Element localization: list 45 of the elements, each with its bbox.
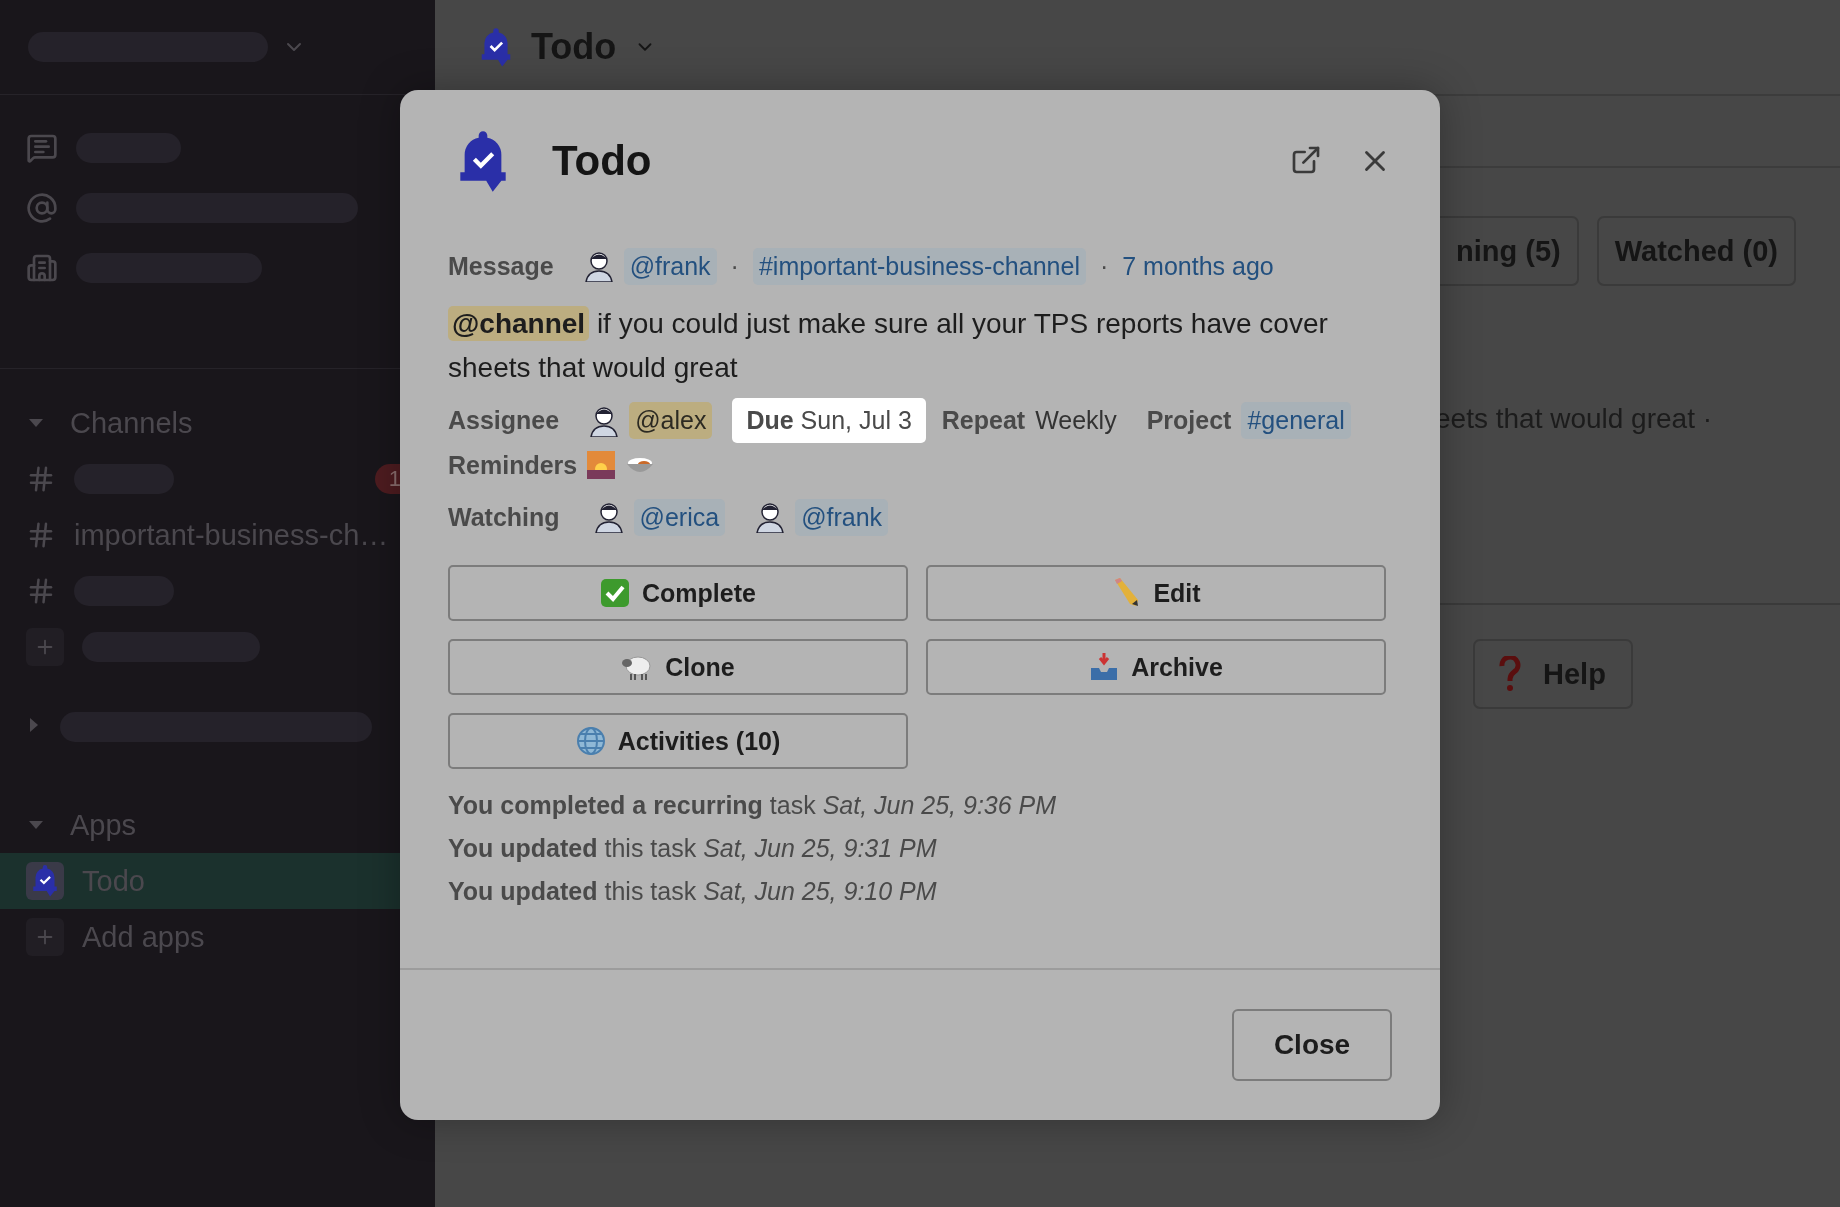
sheep-icon — [621, 653, 654, 681]
field-value: Weekly — [1035, 406, 1117, 435]
close-button[interactable]: Close — [1232, 1009, 1392, 1081]
threads-icon — [26, 132, 58, 164]
action-button[interactable]: Activities (10) — [448, 713, 908, 769]
at-sign-icon — [26, 192, 58, 224]
field-label: Repeat — [941, 406, 1026, 435]
external-link-icon[interactable] — [1290, 144, 1322, 176]
activity-entry: You updated this task Sat, Jun 25, 9:10 PM — [448, 877, 938, 906]
field-label: Assignee — [448, 406, 560, 435]
bell-check-icon — [479, 26, 513, 68]
channel-link[interactable]: #general — [1241, 402, 1351, 439]
inbox-tray-icon — [1089, 652, 1120, 682]
person-avatar-icon — [583, 250, 614, 282]
sunrise-icon — [587, 451, 616, 479]
field-label: Project — [1146, 406, 1232, 435]
action-button[interactable]: Edit — [926, 565, 1386, 621]
activity-entry: You completed a recurring task Sat, Jun 25, 9:36 PM — [448, 791, 1058, 820]
user-mention[interactable]: @frank — [623, 247, 717, 285]
activity-entry: You updated this task Sat, Jun 25, 9:31 PM — [448, 834, 938, 863]
user-mention[interactable]: @erica — [633, 498, 726, 536]
separator-dot: · — [1099, 251, 1109, 281]
globe-icon — [575, 726, 606, 756]
message-text: @channel if you could just make sure all your TPS reports have cover sheets that would great — [448, 305, 1329, 385]
due-date: Due Sun, Jul 3 — [732, 398, 926, 443]
user-mention[interactable]: @alex — [629, 402, 713, 439]
field-label: Reminders — [448, 450, 578, 480]
bell-check-icon — [31, 864, 59, 898]
question-mark-icon — [1499, 656, 1521, 692]
user-mention[interactable]: @frank — [795, 498, 889, 536]
person-avatar-icon — [755, 501, 786, 533]
person-avatar-icon — [593, 501, 624, 533]
field-label: Message — [448, 251, 554, 281]
building-icon — [26, 252, 58, 284]
field-label: Watching — [448, 502, 560, 532]
channel-link[interactable]: #important-business-channel — [752, 247, 1086, 285]
action-button[interactable]: Complete — [448, 565, 908, 621]
timestamp-link[interactable]: 7 months ago — [1122, 251, 1274, 281]
add-button[interactable] — [26, 628, 64, 666]
action-button[interactable]: Clone — [448, 639, 908, 695]
separator-dot: · — [730, 251, 739, 281]
dialog-title: Todo — [552, 137, 652, 185]
check-box-icon — [600, 578, 631, 608]
action-button[interactable]: Archive — [926, 639, 1386, 695]
person-avatar-icon — [589, 404, 620, 437]
